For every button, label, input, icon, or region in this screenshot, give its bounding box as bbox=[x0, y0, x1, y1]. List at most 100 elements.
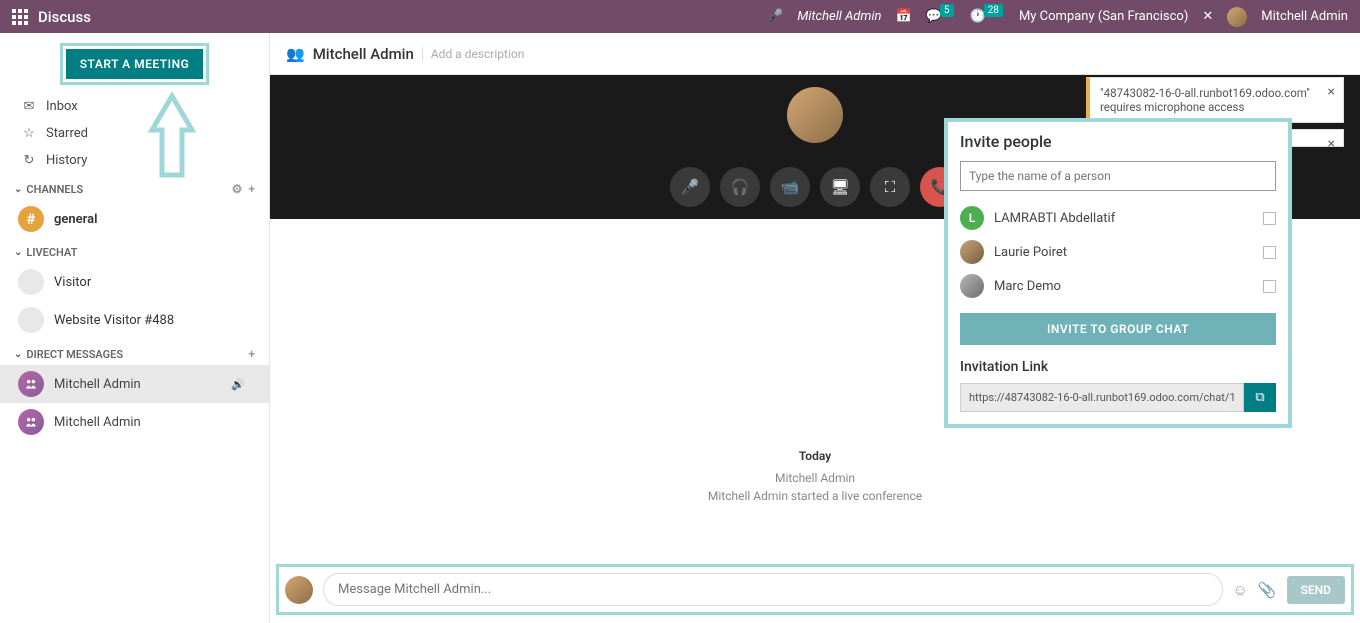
close-icon[interactable]: × bbox=[1328, 84, 1335, 100]
headphones-button[interactable]: 🎧 bbox=[720, 167, 760, 207]
person-name: Laurie Poiret bbox=[994, 245, 1067, 260]
composer-highlight: ☺ 📎 SEND bbox=[276, 564, 1354, 615]
clock-icon[interactable]: 🕐28 bbox=[970, 9, 1005, 24]
hash-icon: # bbox=[18, 206, 44, 232]
history-icon: ↻ bbox=[22, 153, 36, 168]
star-icon: ☆ bbox=[22, 126, 36, 141]
dm-item[interactable]: Mitchell Admin bbox=[0, 403, 269, 441]
chat-icon[interactable]: 💬5 bbox=[926, 9, 956, 24]
apps-icon[interactable] bbox=[12, 9, 28, 25]
person-name: LAMRABTI Abdellatif bbox=[994, 211, 1115, 226]
invite-button[interactable]: INVITE TO GROUP CHAT bbox=[960, 313, 1276, 345]
section-direct[interactable]: ⌄ DIRECT MESSAGES + bbox=[0, 339, 269, 365]
checkbox[interactable] bbox=[1263, 212, 1276, 225]
user-avatar[interactable] bbox=[1227, 7, 1247, 27]
start-meeting-button[interactable]: START A MEETING bbox=[66, 49, 204, 79]
send-button[interactable]: SEND bbox=[1287, 576, 1345, 604]
person-row[interactable]: Laurie Poiret bbox=[960, 235, 1276, 269]
person-avatar bbox=[960, 240, 984, 264]
system-message: Mitchell Admin Mitchell Admin started a … bbox=[270, 469, 1360, 505]
message-input[interactable] bbox=[323, 573, 1223, 606]
plus-icon[interactable]: + bbox=[248, 182, 255, 196]
annotation-arrow-up bbox=[148, 90, 196, 180]
notification: "48743082-16-0-all.runbot169.odoo.com" r… bbox=[1086, 77, 1344, 123]
thread-description[interactable]: Add a description bbox=[422, 47, 525, 61]
fullscreen-button[interactable]: ⛶ bbox=[870, 167, 910, 207]
notification-text: "48743082-16-0-all.runbot169.odoo.com" r… bbox=[1100, 86, 1310, 114]
chevron-down-icon: ⌄ bbox=[14, 349, 22, 360]
section-label: DIRECT MESSAGES bbox=[26, 348, 123, 361]
nav-inbox[interactable]: ✉ Inbox bbox=[0, 93, 269, 120]
link-row: ⧉ bbox=[960, 383, 1276, 412]
main: START A MEETING ✉ Inbox ☆ Starred ↻ History… bbox=[0, 33, 1360, 623]
person-name: Marc Demo bbox=[994, 279, 1061, 294]
checkbox[interactable] bbox=[1263, 280, 1276, 293]
section-livechat[interactable]: ⌄ LIVECHAT bbox=[0, 238, 269, 263]
voice-user: Mitchell Admin bbox=[797, 9, 881, 24]
clock-badge: 28 bbox=[984, 4, 1003, 17]
camera-button[interactable]: 📹 bbox=[770, 167, 810, 207]
emoji-icon[interactable]: ☺ bbox=[1233, 581, 1248, 599]
livechat-item[interactable]: Visitor bbox=[0, 263, 269, 301]
nav-label: History bbox=[46, 153, 87, 168]
thread-name: Mitchell Admin bbox=[313, 45, 414, 63]
nav-starred[interactable]: ☆ Starred bbox=[0, 120, 269, 147]
close-icon[interactable]: × bbox=[1328, 136, 1335, 152]
person-row[interactable]: L LAMRABTI Abdellatif bbox=[960, 201, 1276, 235]
meeting-btn-highlight: START A MEETING bbox=[60, 43, 210, 85]
person-avatar: L bbox=[960, 206, 984, 230]
section-label: LIVECHAT bbox=[26, 246, 77, 259]
app-title: Discuss bbox=[38, 8, 91, 26]
avatar bbox=[18, 371, 44, 397]
copy-link-button[interactable]: ⧉ bbox=[1244, 383, 1276, 412]
company-name[interactable]: My Company (San Francisco) bbox=[1019, 9, 1188, 24]
livechat-name: Visitor bbox=[54, 275, 91, 290]
screen-share-button[interactable]: 🖥 bbox=[820, 167, 860, 207]
inbox-icon: ✉ bbox=[22, 99, 36, 114]
content-header: 👥 Mitchell Admin Add a description bbox=[270, 33, 1360, 75]
chevron-down-icon: ⌄ bbox=[14, 247, 22, 258]
chat-badge: 5 bbox=[940, 4, 954, 17]
section-label: CHANNELS bbox=[26, 183, 83, 196]
video-controls: 🎤 🎧 📹 🖥 ⛶ 📞 bbox=[670, 167, 960, 207]
composer-avatar bbox=[285, 576, 313, 604]
invite-title: Invite people bbox=[960, 132, 1276, 151]
person-row[interactable]: Marc Demo bbox=[960, 269, 1276, 303]
chevron-down-icon: ⌄ bbox=[14, 184, 22, 195]
section-actions: + bbox=[248, 347, 255, 361]
plus-icon[interactable]: + bbox=[248, 347, 255, 361]
invitation-link-input[interactable] bbox=[960, 383, 1244, 412]
msg-author: Mitchell Admin bbox=[270, 469, 1360, 487]
msg-text: Mitchell Admin started a live conference bbox=[270, 487, 1360, 505]
dm-item[interactable]: Mitchell Admin 🔊 bbox=[0, 365, 269, 403]
avatar bbox=[18, 269, 44, 295]
channel-name: general bbox=[54, 212, 97, 227]
gear-icon[interactable]: ⚙ bbox=[232, 182, 243, 196]
avatar bbox=[18, 409, 44, 435]
channel-item[interactable]: # general bbox=[0, 200, 269, 238]
livechat-item[interactable]: Website Visitor #488 bbox=[0, 301, 269, 339]
invite-search-input[interactable] bbox=[960, 161, 1276, 191]
username[interactable]: Mitchell Admin bbox=[1261, 9, 1348, 24]
participant-avatar bbox=[787, 87, 843, 143]
content: 👥 Mitchell Admin Add a description 🎤 🎧 📹… bbox=[270, 33, 1360, 623]
mute-button[interactable]: 🎤 bbox=[670, 167, 710, 207]
nav-history[interactable]: ↻ History bbox=[0, 147, 269, 174]
composer-icons: ☺ 📎 bbox=[1233, 581, 1277, 599]
dm-name: Mitchell Admin bbox=[54, 377, 141, 392]
nav-label: Inbox bbox=[46, 99, 78, 114]
group-icon: 👥 bbox=[286, 45, 305, 63]
avatar bbox=[18, 307, 44, 333]
nav-label: Starred bbox=[46, 126, 88, 141]
settings-icon[interactable]: ✕ bbox=[1202, 9, 1213, 24]
section-channels[interactable]: ⌄ CHANNELS ⚙ + bbox=[0, 174, 269, 200]
topbar-right: 🎤 Mitchell Admin 📅 💬5 🕐28 My Company (Sa… bbox=[767, 7, 1348, 27]
sound-icon[interactable]: 🔊 bbox=[231, 378, 245, 391]
calendar-icon[interactable]: 📅 bbox=[896, 9, 912, 24]
topbar: Discuss 🎤 Mitchell Admin 📅 💬5 🕐28 My Com… bbox=[0, 0, 1360, 33]
mic-icon[interactable]: 🎤 bbox=[767, 9, 783, 24]
invitation-link-title: Invitation Link bbox=[960, 359, 1276, 375]
checkbox[interactable] bbox=[1263, 246, 1276, 259]
dm-name: Mitchell Admin bbox=[54, 415, 141, 430]
attach-icon[interactable]: 📎 bbox=[1258, 581, 1277, 599]
